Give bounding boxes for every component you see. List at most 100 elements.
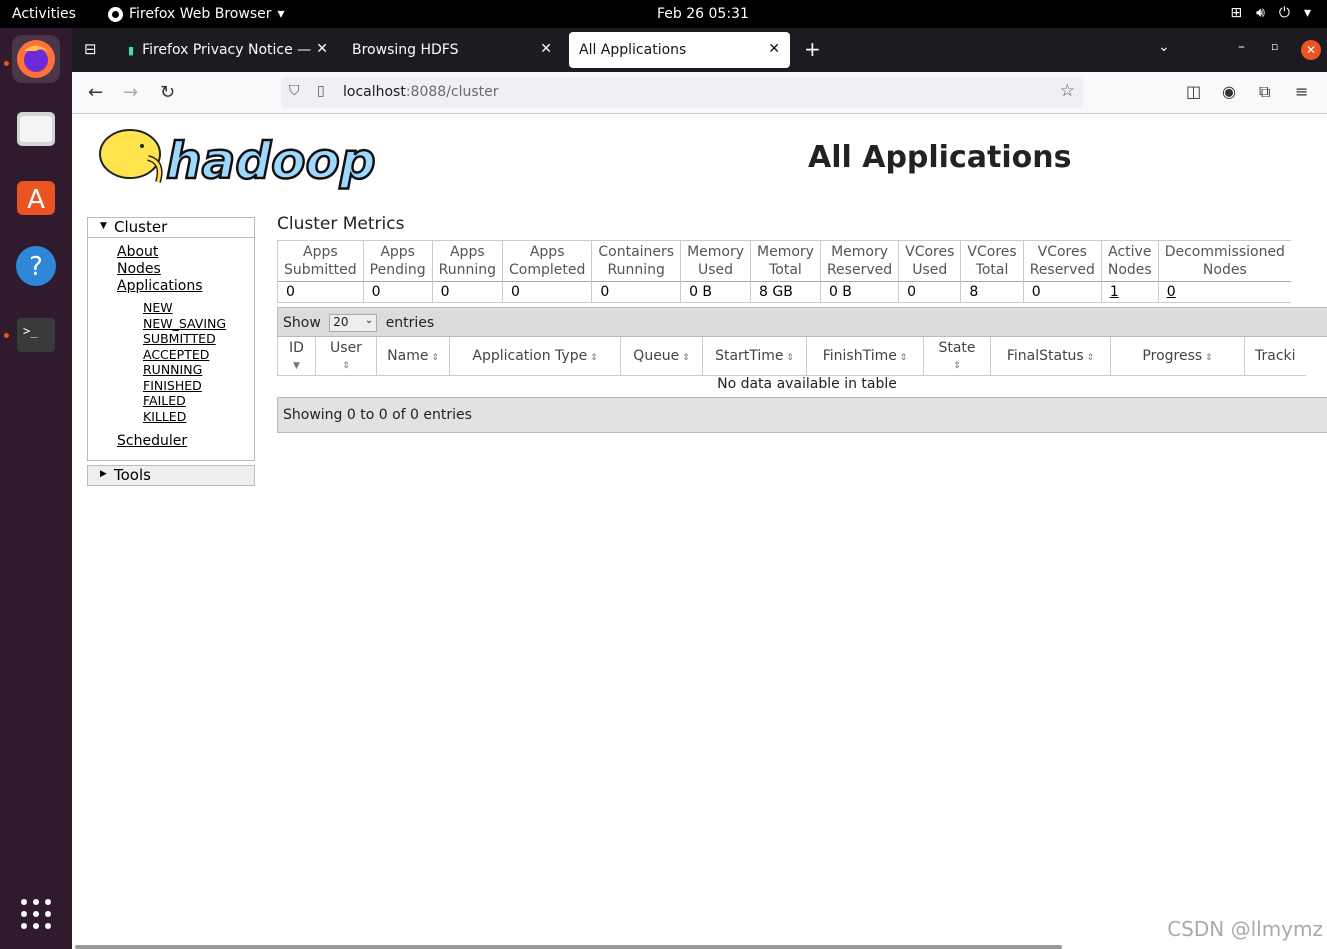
column-header[interactable]: User ⇕	[315, 337, 377, 376]
tab-label: Firefox Privacy Notice —	[142, 42, 312, 58]
cluster-metrics-table: Apps Submitted Apps Pending Apps Running Apps C…	[277, 240, 1291, 303]
logo-text: hadoop	[166, 132, 376, 190]
column-header[interactable]: ID ▼	[277, 337, 316, 376]
app-state-finished[interactable]: FINISHED	[143, 378, 254, 394]
running-indicator	[4, 61, 9, 66]
system-tray[interactable]: ⊞ 🔊︎ ⏻ ▾	[1230, 5, 1311, 21]
svg-text:>_: >_	[23, 324, 38, 338]
url-bar[interactable]: ⛉ ▯ localhost:8088/cluster ☆	[281, 77, 1083, 108]
app-state-new-saving[interactable]: NEW_SAVING	[143, 316, 254, 332]
column-label: FinalStatus	[1006, 347, 1084, 364]
tools-section-header[interactable]: ▶ Tools	[87, 465, 255, 486]
metrics-value: 0	[1022, 281, 1102, 303]
metrics-header-line: Memory	[831, 244, 888, 260]
column-header[interactable]: State ⇕	[923, 337, 991, 376]
metrics-value-link[interactable]: 1	[1110, 284, 1119, 300]
account-icon[interactable]: ◉	[1222, 82, 1236, 101]
app-store-icon: A	[17, 181, 55, 215]
close-icon[interactable]: ✕	[316, 41, 328, 57]
metrics-header-row: Apps Submitted Apps Pending Apps Running Apps C…	[277, 240, 1291, 282]
column-header[interactable]: Queue ⇕	[620, 337, 703, 376]
extensions-icon[interactable]: ⧉	[1259, 82, 1270, 102]
column-header[interactable]: Tracki	[1243, 337, 1306, 376]
forward-button[interactable]: →	[123, 82, 138, 103]
hadoop-logo[interactable]: hadoop	[90, 120, 390, 194]
close-icon[interactable]: ✕	[540, 41, 552, 57]
activities-button[interactable]: Activities	[12, 6, 76, 22]
metrics-value-link[interactable]: 0	[1167, 284, 1176, 300]
app-state-new[interactable]: NEW	[143, 300, 254, 316]
tab-overview-icon[interactable]: ⊟	[84, 40, 97, 58]
app-state-submitted[interactable]: SUBMITTED	[143, 331, 254, 347]
tab-browsing-hdfs[interactable]: Browsing HDFS ✕	[342, 32, 562, 68]
column-header[interactable]: Application Type ⇕	[449, 337, 621, 376]
app-menu[interactable]: Firefox Web Browser ▾	[108, 6, 285, 22]
metrics-header-line: Running	[607, 262, 665, 278]
metrics-value: 0 B	[680, 281, 751, 303]
metrics-value: 8 GB	[750, 281, 821, 303]
back-button[interactable]: ←	[88, 82, 103, 103]
reload-button[interactable]: ↻	[160, 82, 175, 103]
app-state-accepted[interactable]: ACCEPTED	[143, 347, 254, 363]
browser-window: ⊟ ▮ Firefox Privacy Notice — ✕ Browsing …	[72, 28, 1327, 949]
cluster-label: Cluster	[114, 218, 168, 236]
firefox-page-icon: ▮	[128, 43, 135, 57]
files-launcher[interactable]	[12, 104, 60, 152]
maximize-button[interactable]: ▫	[1271, 40, 1278, 53]
triangle-down-icon: ▼	[100, 221, 107, 231]
column-header[interactable]: Progress ⇕	[1110, 337, 1245, 376]
tab-list-chevron-icon[interactable]: ⌄	[1158, 39, 1170, 55]
metrics-value[interactable]: 0	[1157, 281, 1291, 303]
terminal-launcher[interactable]: >_	[12, 311, 60, 359]
sort-icon: ⇕	[342, 360, 350, 371]
clock[interactable]: Feb 26 05:31	[657, 6, 749, 22]
menu-icon[interactable]: ≡	[1295, 82, 1308, 101]
sidebar-link-applications[interactable]: Applications	[117, 278, 254, 295]
horizontal-scrollbar[interactable]	[75, 945, 1062, 949]
bookmark-star-icon[interactable]: ☆	[1060, 81, 1075, 101]
tab-all-applications[interactable]: All Applications ✕	[569, 32, 790, 68]
pocket-icon[interactable]: ◫	[1186, 82, 1201, 101]
software-launcher[interactable]: A	[12, 173, 60, 221]
show-apps-button[interactable]	[12, 890, 60, 938]
tab-label: Browsing HDFS	[352, 42, 459, 58]
column-label: ID	[289, 339, 304, 356]
metrics-header-line: Completed	[509, 262, 586, 278]
svg-text:?: ?	[29, 252, 43, 282]
entries-label: entries	[385, 315, 435, 331]
help-icon: ?	[16, 246, 56, 286]
chevron-down-icon: ▾	[1303, 5, 1311, 21]
metrics-header: Active Nodes	[1100, 240, 1159, 282]
column-header[interactable]: FinishTime ⇕	[806, 337, 924, 376]
column-header[interactable]: Name ⇕	[376, 337, 450, 376]
metrics-value[interactable]: 1	[1100, 281, 1159, 303]
tab-privacy-notice[interactable]: ▮ Firefox Privacy Notice — ✕	[118, 32, 338, 68]
shield-icon[interactable]: ⛉	[289, 83, 300, 99]
entries-select[interactable]: 20 ⌄	[329, 314, 378, 332]
sidebar-link-about[interactable]: About	[117, 244, 254, 261]
applications-table: ID ▼ User ⇕ Name ⇕ Application Type ⇕ Queue …	[277, 337, 1306, 376]
sidebar-link-nodes[interactable]: Nodes	[117, 261, 254, 278]
metrics-header: Apps Submitted	[277, 240, 364, 282]
help-launcher[interactable]: ?	[12, 242, 60, 290]
dock: A ? >_	[0, 28, 72, 949]
tab-label: All Applications	[579, 42, 687, 58]
nav-bar: ← → ↻ ⛉ ▯ localhost:8088/cluster ☆ ◫ ◉ ⧉…	[72, 72, 1327, 114]
close-window-button[interactable]: ✕	[1301, 40, 1321, 60]
app-state-killed[interactable]: KILLED	[143, 409, 254, 425]
cluster-metrics-title: Cluster Metrics	[277, 214, 405, 234]
column-label: Progress	[1142, 347, 1203, 364]
app-state-failed[interactable]: FAILED	[143, 393, 254, 409]
column-header[interactable]: StartTime ⇕	[702, 337, 807, 376]
close-icon[interactable]: ✕	[768, 41, 780, 57]
metrics-header-line: Containers	[598, 244, 675, 260]
new-tab-button[interactable]: +	[804, 37, 821, 61]
metrics-header-line: Pending	[369, 262, 426, 278]
sidebar-link-scheduler[interactable]: Scheduler	[117, 433, 254, 450]
minimize-button[interactable]: –	[1238, 39, 1245, 55]
column-header[interactable]: FinalStatus ⇕	[990, 337, 1111, 376]
cluster-section-header[interactable]: ▼ Cluster	[87, 217, 255, 238]
app-state-running[interactable]: RUNNING	[143, 362, 254, 378]
applications-header-row: ID ▼ User ⇕ Name ⇕ Application Type ⇕ Queue …	[277, 337, 1306, 376]
firefox-launcher[interactable]	[12, 35, 60, 83]
